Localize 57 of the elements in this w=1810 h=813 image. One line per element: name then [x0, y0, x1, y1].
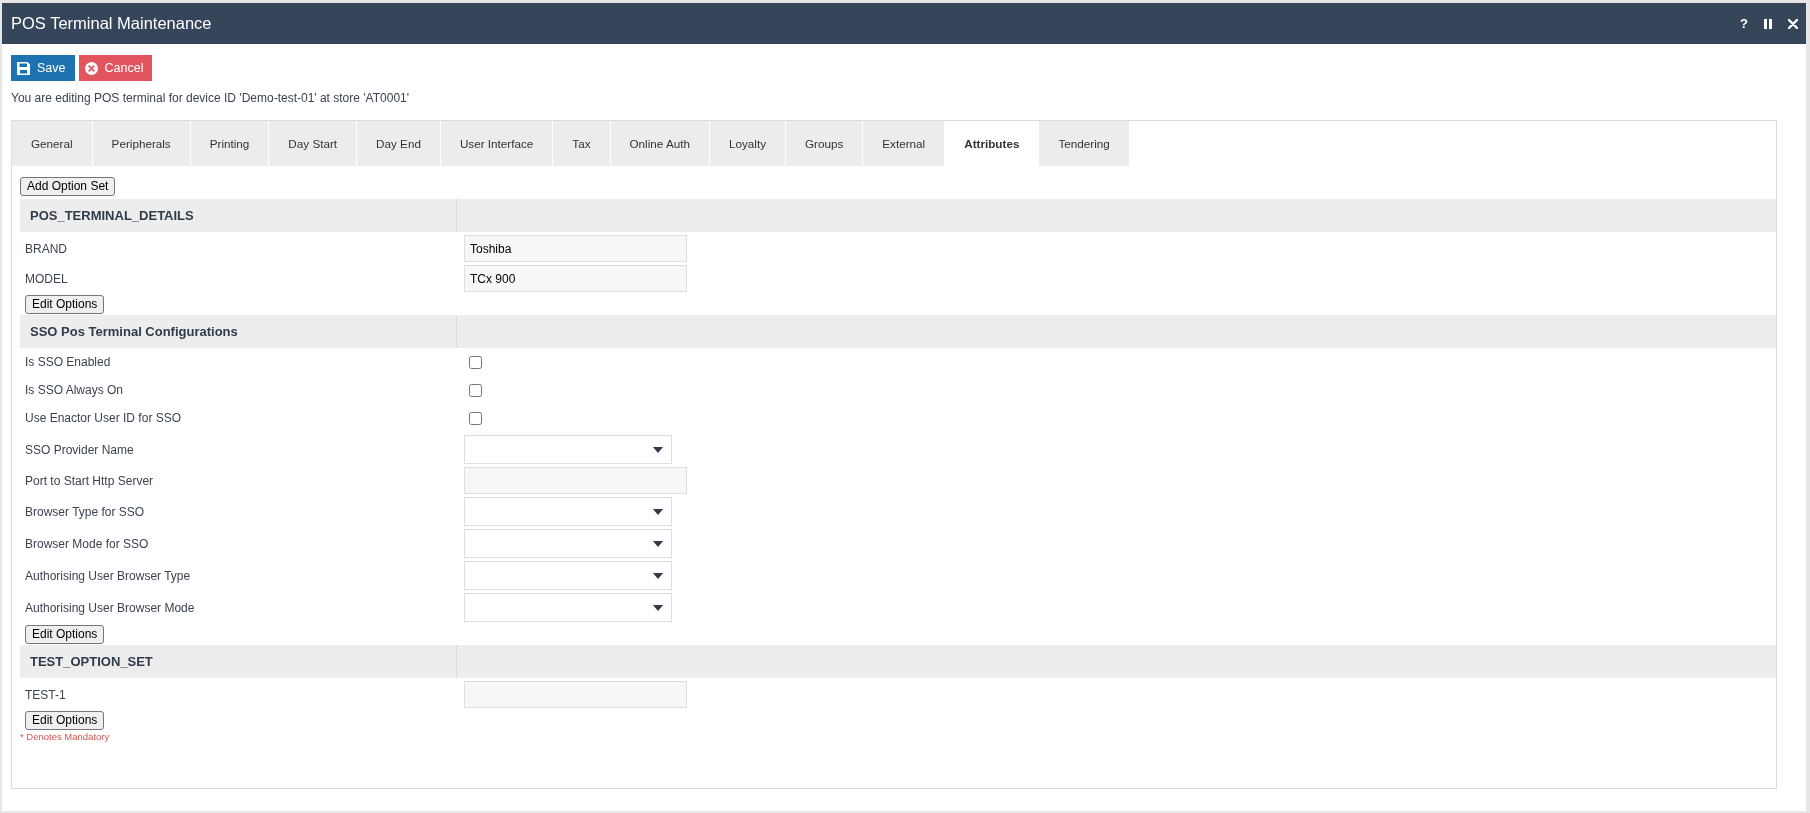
- text-field[interactable]: TCx 900: [464, 265, 687, 292]
- cancel-circle-icon: [84, 61, 98, 75]
- edit-options-button[interactable]: Edit Options: [25, 711, 105, 730]
- checkbox[interactable]: [469, 383, 482, 397]
- text-field[interactable]: [464, 681, 687, 708]
- section-title: POS_TERMINAL_DETAILS: [30, 206, 194, 225]
- tab[interactable]: Tendering: [1039, 121, 1130, 166]
- add-option-set-button[interactable]: Add Option Set: [20, 177, 116, 196]
- close-icon[interactable]: [1788, 18, 1798, 29]
- field-label: Authorising User Browser Type: [24, 567, 192, 585]
- caret-icon: [653, 572, 663, 579]
- save-button[interactable]: Save: [11, 55, 75, 81]
- dropdown-field[interactable]: [464, 561, 672, 590]
- checkbox[interactable]: [469, 355, 482, 369]
- edit-options-button[interactable]: Edit Options: [25, 295, 105, 314]
- field-label: Is SSO Always On: [24, 382, 125, 399]
- field-label: BRAND: [24, 240, 68, 258]
- field-label: MODEL: [24, 270, 69, 288]
- field-label: Is SSO Enabled: [24, 354, 112, 371]
- field-label: Port to Start Http Server: [24, 472, 155, 490]
- cancel-button[interactable]: Cancel: [78, 55, 153, 81]
- text-field[interactable]: [464, 467, 687, 494]
- caret-icon: [653, 604, 663, 611]
- caret-icon: [653, 508, 663, 515]
- pause-icon[interactable]: [1764, 18, 1772, 29]
- field-label: Authorising User Browser Mode: [24, 599, 196, 617]
- tab[interactable]: Online Auth: [610, 121, 710, 166]
- tab[interactable]: Day Start: [269, 121, 358, 166]
- dropdown-field[interactable]: [464, 593, 672, 622]
- dropdown-field[interactable]: [464, 435, 672, 464]
- tab[interactable]: User Interface: [440, 121, 554, 166]
- mandatory-note: * Denotes Mandatory: [20, 730, 111, 744]
- tab[interactable]: Peripherals: [92, 121, 191, 166]
- window-title: POS Terminal Maintenance: [11, 13, 212, 35]
- caret-icon: [653, 446, 663, 453]
- tab[interactable]: Loyalty: [709, 121, 786, 166]
- edit-options-button[interactable]: Edit Options: [25, 625, 105, 644]
- field-label: Use Enactor User ID for SSO: [24, 410, 183, 427]
- editing-message: You are editing POS terminal for device ID 'Demo-test-01' at store 'AT0001': [11, 91, 411, 105]
- checkbox[interactable]: [469, 411, 482, 425]
- field-label: SSO Provider Name: [24, 441, 135, 459]
- dropdown-field[interactable]: [464, 529, 672, 558]
- dropdown-field[interactable]: [464, 497, 672, 526]
- tab[interactable]: Day End: [357, 121, 441, 166]
- text-field[interactable]: Toshiba: [464, 235, 687, 262]
- help-button[interactable]: ?: [1740, 17, 1748, 30]
- field-label: Browser Type for SSO: [24, 503, 146, 521]
- field-label: Browser Mode for SSO: [24, 535, 150, 553]
- section-title: TEST_OPTION_SET: [30, 652, 153, 671]
- tab[interactable]: Tax: [553, 121, 611, 166]
- tab[interactable]: Groups: [786, 121, 864, 166]
- field-label: TEST-1: [24, 686, 67, 704]
- caret-icon: [653, 540, 663, 547]
- section-title: SSO Pos Terminal Configurations: [30, 322, 238, 341]
- tab[interactable]: General: [12, 121, 93, 166]
- tab[interactable]: External: [863, 121, 946, 166]
- tab[interactable]: Printing: [190, 121, 270, 166]
